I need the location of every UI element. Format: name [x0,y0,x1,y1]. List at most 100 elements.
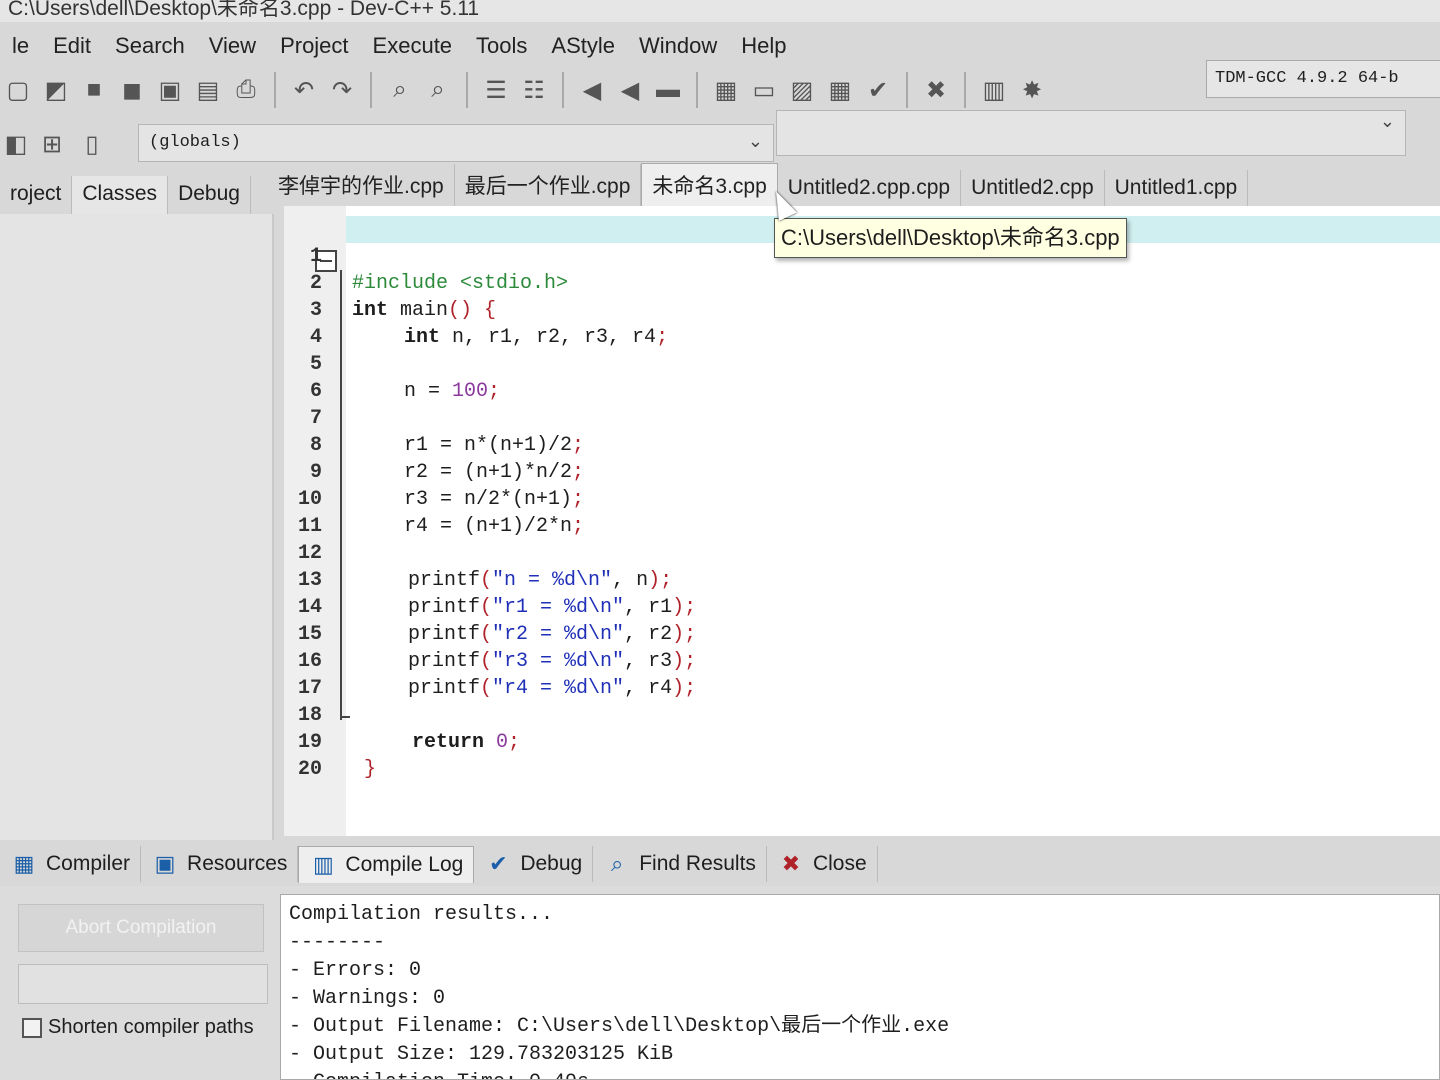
toolbar-separator [964,72,966,108]
function-name: printf [408,623,481,646]
code-line-17: 17 [284,648,332,700]
symbol: ); [672,623,697,646]
code-line-8: 8 r2 = (n+1)*n/2; [284,405,584,484]
open-file-icon[interactable]: ◩ [40,74,72,106]
profile-icon[interactable]: ▥ [978,74,1010,106]
bookmark-prev-icon[interactable]: ◀ [576,74,608,106]
number-literal: 100 [452,380,489,403]
expression: r3 = n/2*(n+1) [404,488,573,511]
new-file-icon[interactable]: ▢ [2,74,34,106]
compiler-select[interactable]: TDM-GCC 4.9.2 64-b [1206,60,1440,98]
abort-compilation-button[interactable]: Abort Compilation [18,904,264,952]
shorten-paths-option[interactable]: Shorten compiler paths [22,1016,254,1039]
class-browser-panel[interactable] [0,214,274,840]
tab-label: Close [812,852,867,875]
save-icon[interactable]: ■ [78,74,110,106]
code-text: printf("r1 = %d\n", r1); [408,594,696,621]
expression: r4 = (n+1)/2*n [404,515,573,538]
code-line-12: 12 printf("n = %d\n", n); [284,513,672,592]
toolbar-separator [370,72,372,108]
keyword: int [352,299,389,322]
bookmark-icon[interactable]: ▬ [652,74,684,106]
close-all-icon[interactable]: ▤ [192,74,224,106]
save-all-icon[interactable]: ◼ [116,74,148,106]
symbol: ; [572,434,585,457]
shorten-paths-checkbox[interactable] [22,1017,42,1038]
function-select[interactable]: ⌄ [776,110,1406,156]
undo-icon[interactable]: ↶ [288,74,320,106]
menu-execute[interactable]: Execute [361,33,465,59]
redo-icon[interactable]: ↷ [326,74,358,106]
tab-classes[interactable]: Classes [72,176,169,214]
tab-label: Compile Log [345,852,464,876]
tab-resources[interactable]: ▣ Resources [141,846,299,882]
compile-icon[interactable]: ▦ [710,74,742,106]
editor-tab[interactable]: 李倬宇的作业.cpp [268,164,455,206]
menu-astyle[interactable]: AStyle [539,33,627,59]
rebuild-icon[interactable]: ▦ [824,74,856,106]
window-title: C:\Users\dell\Desktop\未命名3.cpp - Dev-C++… [0,0,1440,22]
menu-tools[interactable]: Tools [464,33,539,59]
check-syntax-icon[interactable]: ✔ [862,74,894,106]
menu-project[interactable]: Project [268,33,360,59]
code-line-16: 16 printf("r4 = %d\n", r4); [284,621,696,700]
menu-help[interactable]: Help [729,33,798,59]
code-line-20: 20 [284,729,332,781]
compile-run-icon[interactable]: ▨ [786,74,818,106]
print-icon[interactable]: ⎙ [230,74,262,106]
compile-log-text[interactable]: Compilation results... -------- - Errors… [280,894,1440,1080]
tab-compile-log[interactable]: ▥ Compile Log [298,845,475,883]
resources-icon: ▣ [154,851,176,876]
tab-label: Resources [187,852,288,875]
code-text: r2 = (n+1)*n/2; [404,459,584,486]
bookmark-next-icon[interactable]: ◀ [614,74,646,106]
editor-tab[interactable]: Untitled2.cpp [961,170,1105,206]
editor-tab[interactable]: 最后一个作业.cpp [455,164,642,206]
tab-close[interactable]: ✖ Close [767,846,878,882]
menu-search[interactable]: Search [103,33,197,59]
insert-icon[interactable]: ⊞ [36,128,68,160]
tab-label: Compiler [46,852,131,875]
number-literal: 0 [496,731,509,754]
tab-find-results[interactable]: ⌕ Find Results [593,846,767,882]
editor-tabs: 李倬宇的作业.cpp 最后一个作业.cpp 未命名3.cpp Untitled2… [268,163,1249,206]
symbol: ( [480,596,493,619]
string-literal: "n = %d\n" [492,569,613,592]
menu-file[interactable]: le [0,33,41,59]
close-file-icon[interactable]: ▣ [154,74,186,106]
editor-tab[interactable]: Untitled1.cpp [1105,170,1249,206]
class-browser-icon[interactable]: ◧ [0,128,32,160]
menu-bar: le Edit Search View Project Execute Tool… [0,26,799,66]
left-panel-tabs: roject Classes Debug [0,176,251,214]
menu-view[interactable]: View [197,33,268,59]
stop-icon[interactable]: ✖ [920,74,952,106]
run-icon[interactable]: ▭ [748,74,780,106]
find-icon[interactable]: ⌕ [384,74,416,106]
menu-edit[interactable]: Edit [41,33,103,59]
tab-project[interactable]: roject [0,176,73,214]
code-editor[interactable]: 1 #include <stdio.h> 2 int main() { 3 in… [284,206,1440,836]
check-icon: ✔ [489,851,508,876]
indent-icon[interactable]: ☰ [480,74,512,106]
bottom-panel-tabs: ▦ Compiler ▣ Resources ▥ Compile Log ✔ Debug… [0,842,878,886]
editor-tab[interactable]: Untitled2.cpp.cpp [778,170,962,206]
toggle-panel-icon[interactable]: ▯ [76,128,108,160]
tab-debug-output[interactable]: ✔ Debug [474,846,594,882]
replace-icon[interactable]: ⌕ [422,74,454,106]
chevron-down-icon: ⌄ [1379,111,1395,131]
menu-window[interactable]: Window [627,33,729,59]
code-line-11: 11 [284,486,332,538]
toolbar-separator [906,72,908,108]
symbol: ; [656,326,669,349]
code-text: printf("r3 = %d\n", r3); [408,648,696,675]
unindent-icon[interactable]: ☷ [518,74,550,106]
toolbar-separator [562,72,564,108]
grid-icon: ▦ [13,851,35,876]
debug-icon[interactable]: ✸ [1016,74,1048,106]
editor-tab-active[interactable]: 未命名3.cpp [641,163,778,206]
tab-compiler[interactable]: ▦ Compiler [0,846,142,882]
tab-debug[interactable]: Debug [168,176,251,214]
identifier: , n [612,569,649,592]
function-name: printf [408,596,481,619]
scope-select[interactable]: (globals) ⌄ [138,124,774,162]
